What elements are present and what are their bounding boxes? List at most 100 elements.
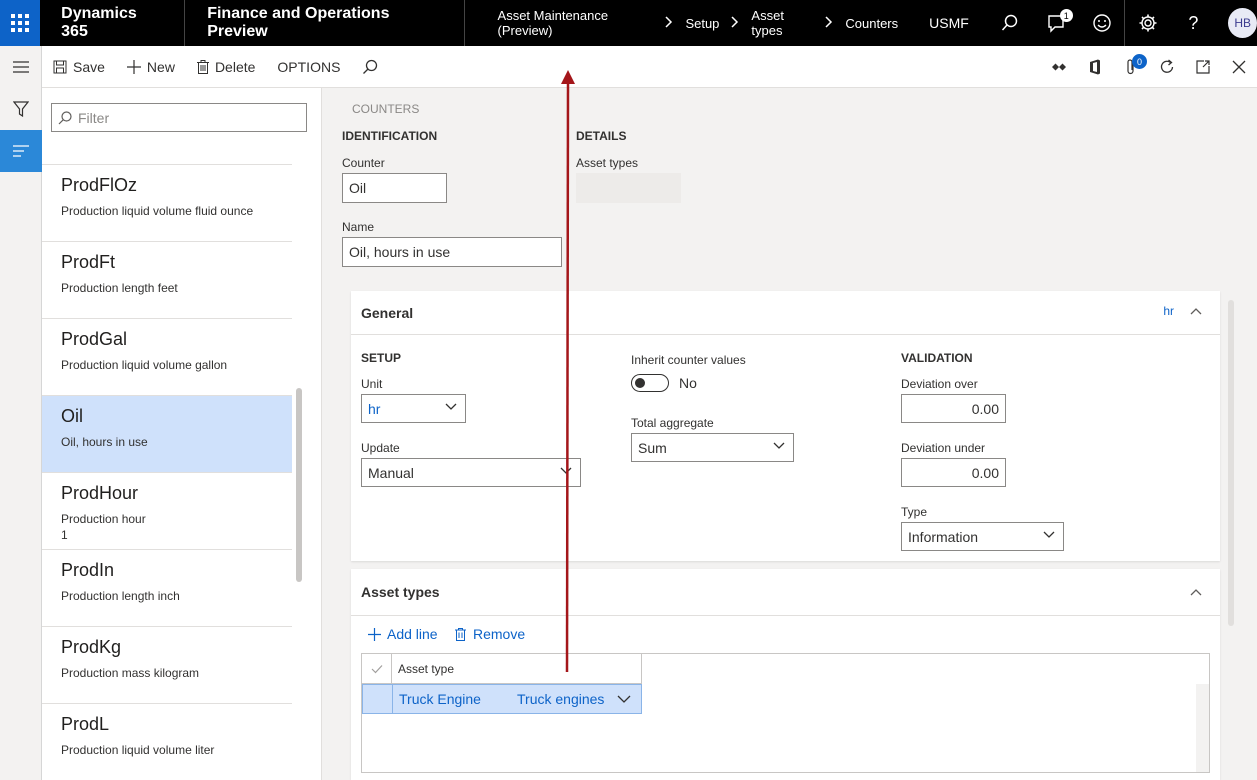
name-field[interactable]: Oil, hours in use: [342, 237, 562, 267]
list-item[interactable]: ProdKg Production mass kilogram: [42, 626, 292, 703]
filter-input[interactable]: Filter: [51, 103, 307, 132]
remove-label: Remove: [473, 626, 526, 642]
diamond-icon: [1052, 63, 1066, 71]
help-button[interactable]: ?: [1170, 0, 1216, 46]
add-line-button[interactable]: Add line: [368, 626, 438, 642]
hamburger-icon: [13, 61, 29, 73]
list-item-title: ProdFlOz: [61, 175, 138, 195]
notification-badge: 1: [1059, 9, 1073, 22]
breadcrumb-item[interactable]: Counters: [845, 16, 898, 31]
counter-field[interactable]: Oil: [342, 173, 447, 203]
toggle-knob: [635, 378, 645, 388]
breadcrumb-item[interactable]: Asset types: [751, 8, 813, 38]
counter-list: ProdFlOz Production liquid volume fluid …: [42, 164, 292, 780]
details-scrollbar[interactable]: [1228, 300, 1234, 626]
row-selector[interactable]: [363, 685, 393, 713]
inherit-label: Inherit counter values: [631, 353, 746, 367]
attachments-button[interactable]: 0: [1113, 46, 1149, 88]
find-button[interactable]: [351, 46, 395, 88]
save-button[interactable]: Save: [42, 46, 116, 88]
details-heading: DETAILS: [576, 129, 627, 143]
asset-types-grid: Asset type Truck Engine Truck engines: [361, 653, 1210, 773]
list-item[interactable]: ProdGal Production liquid volume gallon: [42, 318, 292, 395]
unit-select[interactable]: hr: [361, 394, 466, 423]
asset-types-field: [576, 173, 681, 203]
list-scrollbar[interactable]: [296, 388, 302, 582]
office-button[interactable]: [1077, 46, 1113, 88]
list-item-title: ProdGal: [61, 329, 128, 349]
action-pane: Save New Delete OPTIONS 0: [42, 46, 1257, 88]
details-pane: COUNTERS IDENTIFICATION DETAILS Counter …: [322, 88, 1257, 780]
list-item-title: ProdIn: [61, 560, 115, 580]
close-button[interactable]: [1221, 46, 1257, 88]
remove-button[interactable]: Remove: [455, 626, 525, 642]
name-label: Name: [342, 220, 375, 234]
asset-types-fasttab-header[interactable]: Asset types: [351, 569, 1220, 616]
validation-heading: VALIDATION: [901, 351, 973, 365]
company-picker[interactable]: USMF: [929, 15, 969, 31]
total-aggregate-value: Sum: [638, 439, 667, 456]
list-item[interactable]: ProdL Production liquid volume liter: [42, 703, 292, 780]
left-navigation-rail: [0, 46, 42, 780]
inherit-toggle[interactable]: [631, 374, 669, 392]
grid-header-row: Asset type: [362, 654, 642, 684]
general-fasttab-header[interactable]: General: [351, 291, 1220, 335]
list-item-description: Production liquid volume liter: [61, 743, 215, 757]
type-label: Type: [901, 505, 928, 519]
trash-icon: [455, 627, 466, 641]
refresh-button[interactable]: [1149, 46, 1185, 88]
grid-scrollbar[interactable]: [1196, 684, 1209, 772]
grid-column-header-asset-type[interactable]: Asset type: [392, 662, 454, 676]
delete-label: Delete: [214, 58, 256, 75]
list-item[interactable]: ProdFt Production length feet: [42, 241, 292, 318]
breadcrumb-item[interactable]: Setup: [685, 16, 719, 31]
breadcrumb-item[interactable]: Asset Maintenance (Preview): [498, 8, 654, 38]
app-launcher-button[interactable]: [0, 0, 41, 46]
feedback-button[interactable]: [1079, 0, 1125, 46]
select-all-checkbox[interactable]: [362, 654, 392, 683]
settings-button[interactable]: [1124, 0, 1170, 46]
search-button[interactable]: [987, 0, 1033, 46]
identification-heading: IDENTIFICATION: [342, 129, 438, 143]
open-new-window-button[interactable]: [1185, 46, 1221, 88]
asset-type-name: Truck engines: [517, 691, 605, 707]
total-aggregate-label: Total aggregate: [631, 416, 714, 430]
list-item[interactable]: ProdIn Production length inch: [42, 549, 292, 626]
new-label: New: [146, 58, 175, 75]
list-pane-button[interactable]: [0, 130, 42, 172]
table-row[interactable]: Truck Engine Truck engines: [362, 684, 642, 714]
list-item-selected[interactable]: Oil Oil, hours in use: [42, 395, 292, 472]
plus-icon: [368, 627, 381, 641]
list-item-description: Production length inch: [61, 589, 180, 603]
deviation-over-field[interactable]: 0.00: [901, 394, 1006, 423]
avatar[interactable]: HB: [1228, 8, 1257, 38]
chevron-down-icon: [560, 467, 572, 474]
close-icon: [1232, 60, 1246, 74]
new-button[interactable]: New: [116, 46, 186, 88]
list-item-description: Production liquid volume gallon: [61, 358, 228, 372]
chevron-down-icon: [773, 442, 785, 449]
gear-icon: [1139, 14, 1157, 32]
list-item-title: ProdFt: [61, 252, 116, 272]
list-item-description: Production mass kilogram: [61, 666, 200, 680]
power-apps-button[interactable]: [1041, 46, 1077, 88]
type-select[interactable]: Information: [901, 522, 1064, 551]
notifications-button[interactable]: 1: [1033, 0, 1079, 46]
update-select[interactable]: Manual: [361, 458, 581, 487]
list-item-description: Production length feet: [61, 281, 178, 295]
counter-label: Counter: [342, 156, 385, 170]
deviation-under-field[interactable]: 0.00: [901, 458, 1006, 487]
list-item[interactable]: ProdHour Production hour 1: [42, 472, 292, 549]
nav-menu-button[interactable]: [0, 46, 42, 88]
asset-type-id[interactable]: Truck Engine: [393, 691, 517, 707]
filter-pane-button[interactable]: [0, 88, 42, 130]
chevron-down-icon: [617, 695, 631, 703]
total-aggregate-select[interactable]: Sum: [631, 433, 794, 462]
options-tab[interactable]: OPTIONS: [266, 46, 351, 88]
delete-button[interactable]: Delete: [186, 46, 266, 88]
brand-title[interactable]: Dynamics 365: [40, 0, 186, 46]
unit-value: hr: [368, 400, 381, 417]
question-icon: ?: [1188, 12, 1199, 33]
filter-placeholder: Filter: [78, 109, 110, 126]
list-item[interactable]: ProdFlOz Production liquid volume fluid …: [42, 164, 292, 241]
